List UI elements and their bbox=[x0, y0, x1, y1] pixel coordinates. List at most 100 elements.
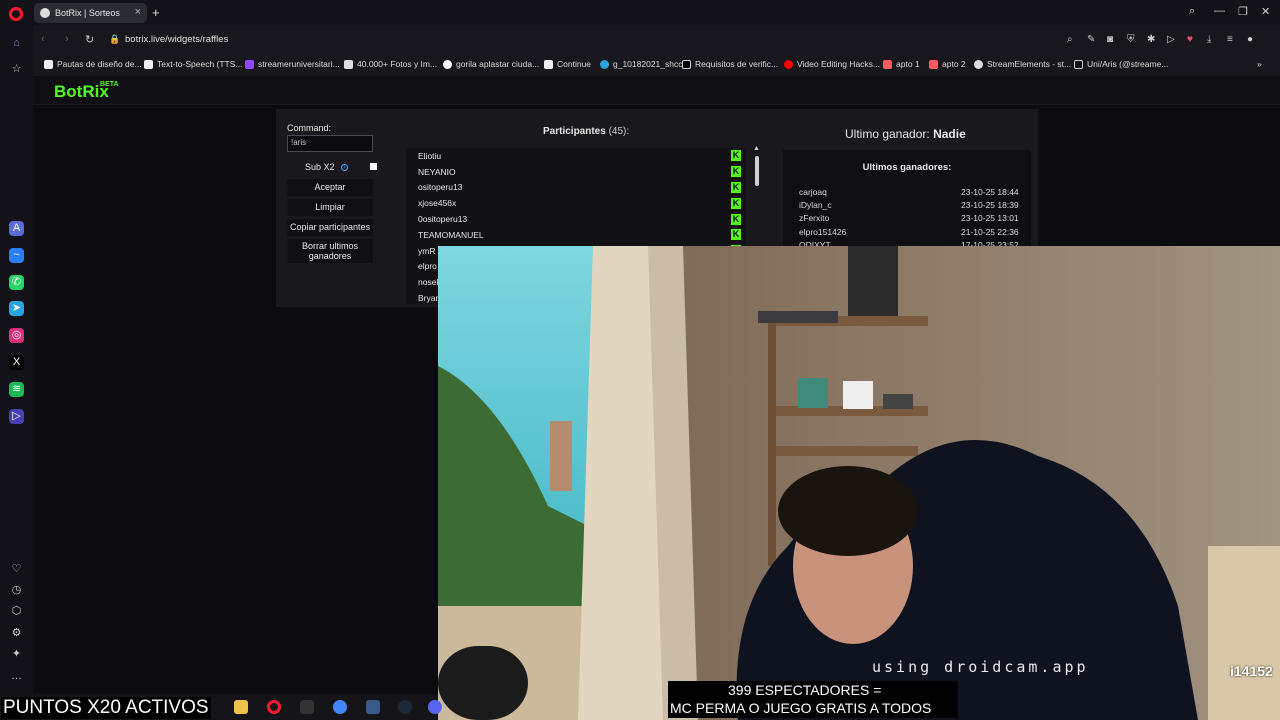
bookmark-item[interactable]: streameruniversitari... bbox=[245, 59, 340, 69]
botrix-favicon-icon bbox=[40, 8, 50, 18]
beta-badge: BETA bbox=[100, 81, 119, 88]
history-icon[interactable]: ◷ bbox=[9, 583, 24, 598]
participants-title: Participantes (45): bbox=[543, 126, 630, 137]
bookmark-item[interactable]: g_10182021_shcc bbox=[600, 59, 682, 69]
winners-title: Ultimos ganadores: bbox=[862, 162, 952, 173]
scroll-thumb[interactable] bbox=[755, 156, 759, 186]
shield-icon[interactable]: ⛨ bbox=[1127, 34, 1135, 45]
calculator-icon[interactable] bbox=[366, 700, 380, 714]
player-icon[interactable]: ▷ bbox=[9, 409, 24, 424]
list-item[interactable]: Eliotiu K bbox=[406, 148, 746, 164]
camera-icon[interactable]: ◙ bbox=[1107, 34, 1113, 45]
list-item[interactable]: NEYANIO K bbox=[406, 164, 746, 180]
bookmark-item[interactable]: Uni/Aris (@streame... bbox=[1074, 59, 1168, 69]
vpn-icon[interactable]: ✱ bbox=[1147, 34, 1155, 45]
tab-botrix-sorteos[interactable]: BotRix | Sorteos × bbox=[34, 3, 147, 23]
stream-overlay-box: 399 ESPECTADORES = MC PERMA O JUEGO GRAT… bbox=[668, 681, 958, 718]
messenger-icon[interactable]: ~ bbox=[9, 248, 24, 263]
tab-title: BotRix | Sorteos bbox=[55, 8, 120, 18]
discord-icon[interactable] bbox=[428, 700, 442, 714]
list-item[interactable]: xjose456x K bbox=[406, 195, 746, 211]
heart-icon[interactable]: ♡ bbox=[9, 562, 24, 577]
accept-button[interactable]: Aceptar bbox=[287, 179, 373, 196]
url-field[interactable]: botrix.live/widgets/raffles bbox=[125, 34, 228, 45]
profile-icon[interactable]: ● bbox=[1247, 34, 1253, 45]
tab-close-icon[interactable]: × bbox=[135, 6, 141, 18]
webcam-overlay bbox=[438, 246, 1280, 720]
forward-button[interactable]: › bbox=[65, 33, 69, 45]
more-icon[interactable]: … bbox=[9, 669, 24, 684]
minimize-button[interactable]: — bbox=[1214, 5, 1225, 17]
app-taskbar-icon[interactable] bbox=[300, 700, 314, 714]
telegram-icon[interactable]: ➤ bbox=[9, 301, 24, 316]
menu-icon[interactable]: ≡ bbox=[1227, 34, 1233, 45]
scroll-up-icon[interactable]: ▲ bbox=[753, 145, 760, 152]
kick-icon: K bbox=[731, 229, 741, 241]
bookmark-item[interactable]: Requisitos de verific... bbox=[682, 59, 778, 69]
reload-icon[interactable]: ↻ bbox=[85, 33, 94, 46]
kick-icon: K bbox=[731, 197, 741, 209]
title-bar: BotRix | Sorteos × + ⌕ — ❐ ✕ bbox=[0, 0, 1280, 26]
bookmark-item[interactable]: gorila aplastar ciuda... bbox=[443, 59, 539, 69]
winner-row: zFerxito 23-10-25 13:01 bbox=[799, 213, 1019, 223]
instagram-icon[interactable]: ◎ bbox=[9, 328, 24, 343]
opera-taskbar-icon[interactable] bbox=[267, 700, 281, 714]
home-icon[interactable]: ⌂ bbox=[9, 36, 24, 51]
opera-sidebar: ⌂ ☆ A ~ ✆ ➤ ◎ X ≋ ▷ ♡ ◷ ⬡ ⚙ ✦ … bbox=[0, 26, 33, 694]
maximize-button[interactable]: ❐ bbox=[1238, 5, 1248, 18]
list-item[interactable]: 0ositoperu13 K bbox=[406, 211, 746, 227]
bookmark-item[interactable]: Text-to-Speech (TTS... bbox=[144, 59, 243, 69]
bookmark-item[interactable]: 40.000+ Fotos y Im... bbox=[344, 59, 437, 69]
settings-gear-icon[interactable]: ⚙ bbox=[9, 626, 24, 641]
x-twitter-icon[interactable]: X bbox=[9, 355, 24, 370]
clear-button[interactable]: Limpiar bbox=[287, 199, 373, 216]
bookmark-item[interactable]: apto 2 bbox=[929, 59, 966, 69]
extensions-cube-icon[interactable]: ⬡ bbox=[9, 604, 24, 619]
download-icon[interactable]: ⤓ bbox=[1207, 34, 1211, 45]
edit-icon[interactable]: ✎ bbox=[1087, 34, 1095, 45]
kick-icon: K bbox=[731, 150, 741, 162]
delete-winners-button[interactable]: Borrar ultimos ganadores bbox=[287, 239, 373, 263]
back-button[interactable]: ‹ bbox=[41, 33, 45, 45]
new-tab-button[interactable]: + bbox=[152, 5, 160, 20]
copy-participants-button[interactable]: Copiar participantes bbox=[287, 219, 373, 236]
bookmark-item[interactable]: Pautas de diseño de... bbox=[44, 59, 142, 69]
lock-icon[interactable]: 🔒 bbox=[109, 34, 120, 45]
spotify-icon[interactable]: ≋ bbox=[9, 382, 24, 397]
lightbulb-icon[interactable]: ✦ bbox=[9, 647, 24, 662]
file-explorer-icon[interactable] bbox=[234, 700, 248, 714]
bookmark-item[interactable]: apto 1 bbox=[883, 59, 920, 69]
star-icon[interactable]: ☆ bbox=[9, 62, 24, 77]
stream-number: i14152 bbox=[1230, 663, 1273, 679]
winners-panel: Ultimos ganadores: carjoaq 23-10-25 18:44… bbox=[783, 150, 1031, 250]
bookmark-item[interactable]: StreamElements - st... bbox=[974, 59, 1071, 69]
search-tabs-icon[interactable]: ⌕ bbox=[1189, 5, 1195, 18]
kick-icon: K bbox=[731, 213, 741, 225]
botrix-header: BotRix BETA bbox=[33, 76, 1280, 105]
opera-logo-icon[interactable] bbox=[9, 7, 23, 21]
whatsapp-icon[interactable]: ✆ bbox=[9, 275, 24, 290]
list-item[interactable]: ositoperu13 K bbox=[406, 180, 746, 196]
kick-icon: K bbox=[731, 166, 741, 178]
chrome-icon[interactable] bbox=[333, 700, 347, 714]
winner-row: iDylan_c 23-10-25 18:39 bbox=[799, 200, 1019, 210]
list-item[interactable]: TEAMOMANUEL K bbox=[406, 227, 746, 243]
search-icon[interactable]: ⌕ bbox=[1067, 34, 1073, 45]
viewers-text: 399 ESPECTADORES = bbox=[728, 682, 882, 698]
kick-icon: K bbox=[731, 181, 741, 193]
close-window-button[interactable]: ✕ bbox=[1261, 5, 1270, 18]
bookmark-item[interactable]: Continue bbox=[544, 59, 591, 69]
command-input[interactable]: !aris bbox=[287, 135, 373, 152]
steam-icon[interactable] bbox=[398, 700, 412, 714]
participants-count: (45): bbox=[608, 126, 630, 137]
play-icon[interactable]: ▷ bbox=[1167, 34, 1175, 45]
webcam-scene bbox=[438, 246, 1280, 720]
aria-icon[interactable]: A bbox=[9, 221, 24, 236]
bookmark-item[interactable]: Video Editing Hacks... bbox=[784, 59, 880, 69]
sub-x2-checkbox[interactable] bbox=[370, 163, 377, 170]
info-icon[interactable]: i bbox=[341, 164, 348, 171]
bookmarks-more-icon[interactable]: » bbox=[1257, 59, 1262, 69]
heart-filled-icon[interactable]: ♥ bbox=[1187, 34, 1193, 45]
promo-text: MC PERMA O JUEGO GRATIS A TODOS bbox=[670, 700, 932, 716]
winner-row: carjoaq 23-10-25 18:44 bbox=[799, 187, 1019, 197]
